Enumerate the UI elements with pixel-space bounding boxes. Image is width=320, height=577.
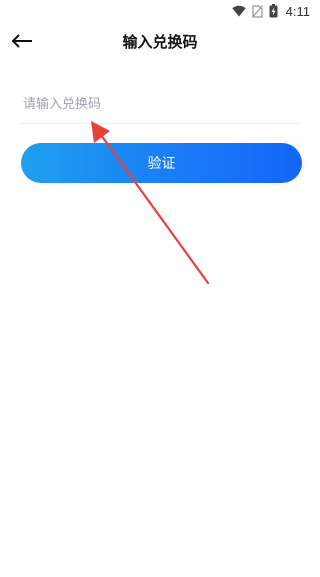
annotation-arrow [91,121,210,285]
redeem-code-input[interactable] [20,90,301,123]
no-sim-icon [251,4,263,18]
page-title: 输入兑换码 [122,33,198,51]
verify-button-label: 验证 [147,156,176,172]
redeem-code-screen: 4:11 输入兑换码 验证 [0,0,320,577]
battery-charging-icon [269,4,278,18]
status-bar: 4:11 [0,0,320,22]
wifi-icon [231,5,246,17]
status-time: 4:11 [285,3,310,19]
code-input-container [20,90,301,124]
page-header: 输入兑换码 [0,22,320,62]
verify-button[interactable]: 验证 [21,143,302,183]
